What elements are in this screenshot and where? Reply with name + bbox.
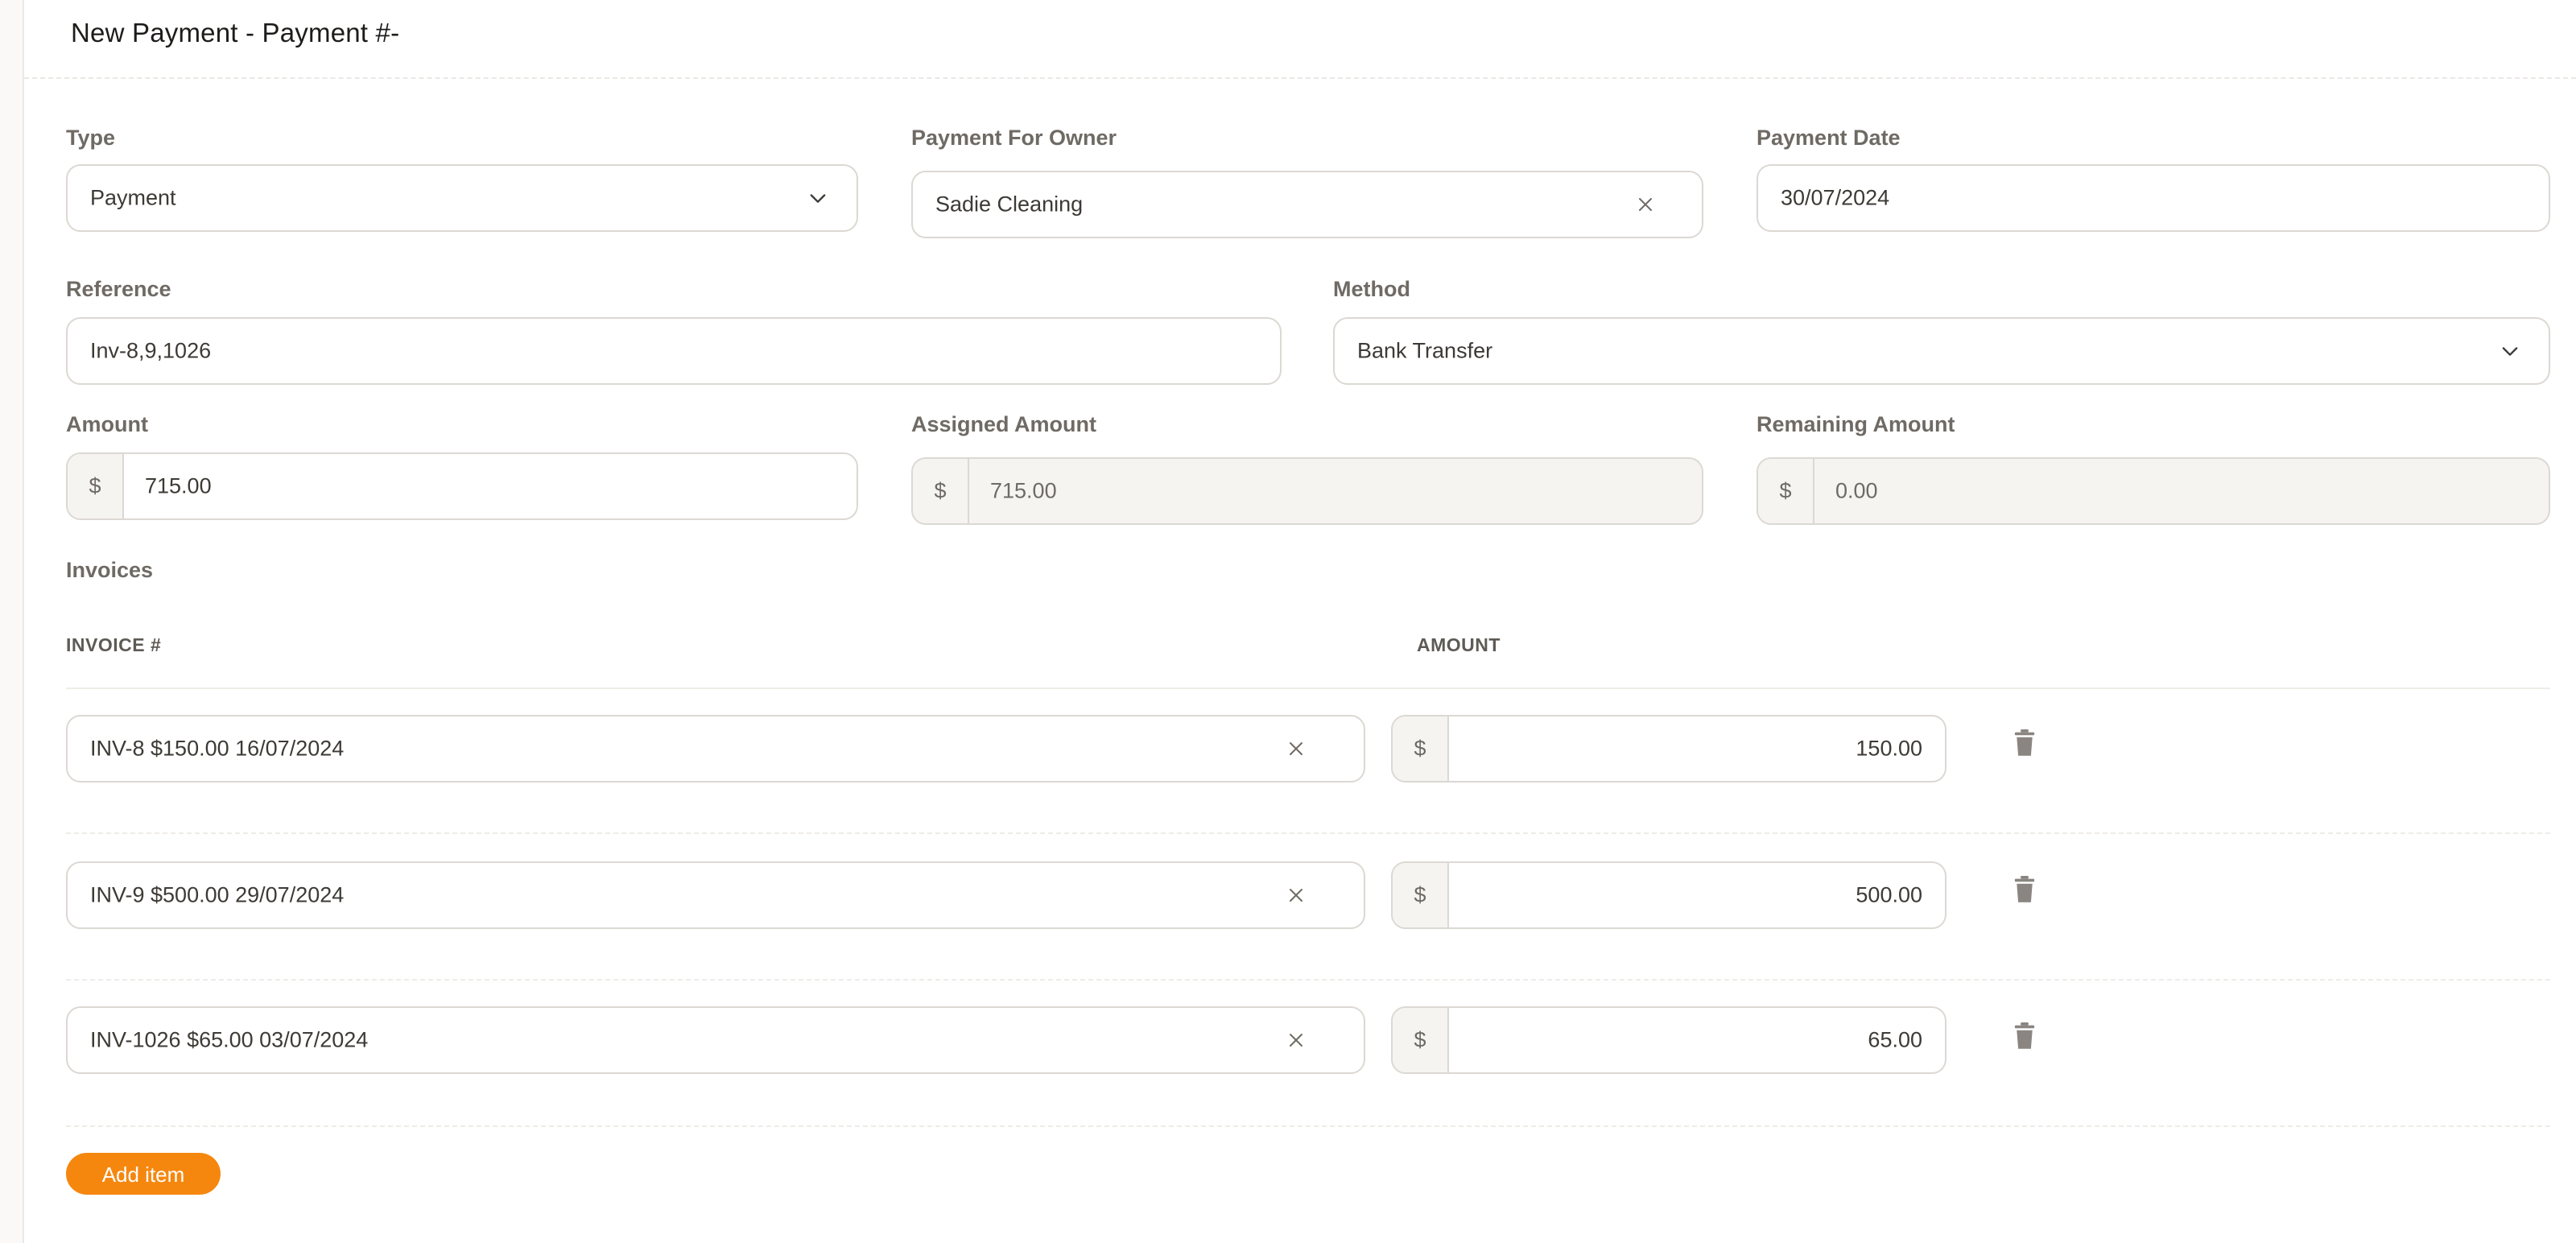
currency-prefix: $ xyxy=(913,459,969,523)
currency-prefix: $ xyxy=(1393,863,1449,927)
invoice-select[interactable]: INV-9 $500.00 29/07/2024 xyxy=(66,861,1365,929)
close-icon[interactable] xyxy=(1286,1030,1306,1050)
remaining-amount-field: $ 0.00 xyxy=(1757,457,2550,525)
amount-field[interactable]: $ 715.00 xyxy=(66,452,858,520)
assigned-amount-label: Assigned Amount xyxy=(911,412,1097,436)
type-select-value: Payment xyxy=(90,185,176,210)
payment-date-value: 30/07/2024 xyxy=(1781,185,1890,210)
invoice-select-value: INV-9 $500.00 29/07/2024 xyxy=(90,882,345,907)
remaining-amount-label: Remaining Amount xyxy=(1757,412,1955,436)
remaining-amount-value: 0.00 xyxy=(1835,478,1878,503)
chevron-down-icon xyxy=(810,194,826,203)
type-label: Type xyxy=(66,126,116,150)
row-divider xyxy=(66,832,2550,834)
row-divider xyxy=(66,1125,2550,1127)
invoice-amount-value: 150.00 xyxy=(1856,736,1922,761)
invoice-amount-field[interactable]: $ 150.00 xyxy=(1391,715,1946,783)
row-divider xyxy=(66,979,2550,981)
trash-icon[interactable] xyxy=(2013,876,2037,903)
invoice-amount-field[interactable]: $ 65.00 xyxy=(1391,1006,1946,1074)
reference-value: Inv-8,9,1026 xyxy=(90,338,212,363)
invoice-select[interactable]: INV-8 $150.00 16/07/2024 xyxy=(66,715,1365,783)
assigned-amount-field: $ 715.00 xyxy=(911,457,1703,525)
amount-column-header: AMOUNT xyxy=(1417,634,1501,655)
currency-prefix: $ xyxy=(68,454,124,518)
invoice-select-value: INV-1026 $65.00 03/07/2024 xyxy=(90,1027,369,1052)
owner-select[interactable]: Sadie Cleaning xyxy=(911,171,1703,238)
invoice-amount-value: 500.00 xyxy=(1856,882,1922,907)
type-select[interactable]: Payment xyxy=(66,164,858,232)
left-rail xyxy=(0,0,24,1243)
amount-value: 715.00 xyxy=(145,473,212,498)
invoice-amount-value: 65.00 xyxy=(1868,1027,1922,1052)
chevron-down-icon xyxy=(2502,347,2518,356)
owner-label: Payment For Owner xyxy=(911,126,1117,150)
invoice-column-header: INVOICE # xyxy=(66,634,162,655)
add-item-button[interactable]: Add item xyxy=(66,1153,221,1195)
invoice-select[interactable]: INV-1026 $65.00 03/07/2024 xyxy=(66,1006,1365,1074)
invoice-select-value: INV-8 $150.00 16/07/2024 xyxy=(90,736,345,761)
close-icon[interactable] xyxy=(1286,886,1306,905)
amount-label: Amount xyxy=(66,412,148,436)
method-select[interactable]: Bank Transfer xyxy=(1333,317,2550,385)
reference-label: Reference xyxy=(66,277,171,301)
currency-prefix: $ xyxy=(1758,459,1814,523)
currency-prefix: $ xyxy=(1393,1008,1449,1072)
method-label: Method xyxy=(1333,277,1410,301)
trash-icon[interactable] xyxy=(2013,729,2037,757)
close-icon[interactable] xyxy=(1636,195,1655,214)
payment-date-label: Payment Date xyxy=(1757,126,1901,150)
reference-field[interactable]: Inv-8,9,1026 xyxy=(66,317,1282,385)
trash-icon[interactable] xyxy=(2013,1022,2037,1050)
page-title: New Payment - Payment #- xyxy=(71,18,400,47)
page-header: New Payment - Payment #- xyxy=(24,0,2576,79)
method-select-value: Bank Transfer xyxy=(1357,338,1493,363)
invoice-amount-field[interactable]: $ 500.00 xyxy=(1391,861,1946,929)
owner-select-value: Sadie Cleaning xyxy=(935,192,1084,217)
header-divider xyxy=(66,688,2550,689)
close-icon[interactable] xyxy=(1286,739,1306,758)
payment-date-field[interactable]: 30/07/2024 xyxy=(1757,164,2550,232)
invoices-section-title: Invoices xyxy=(66,558,154,582)
currency-prefix: $ xyxy=(1393,716,1449,781)
assigned-amount-value: 715.00 xyxy=(990,478,1057,503)
